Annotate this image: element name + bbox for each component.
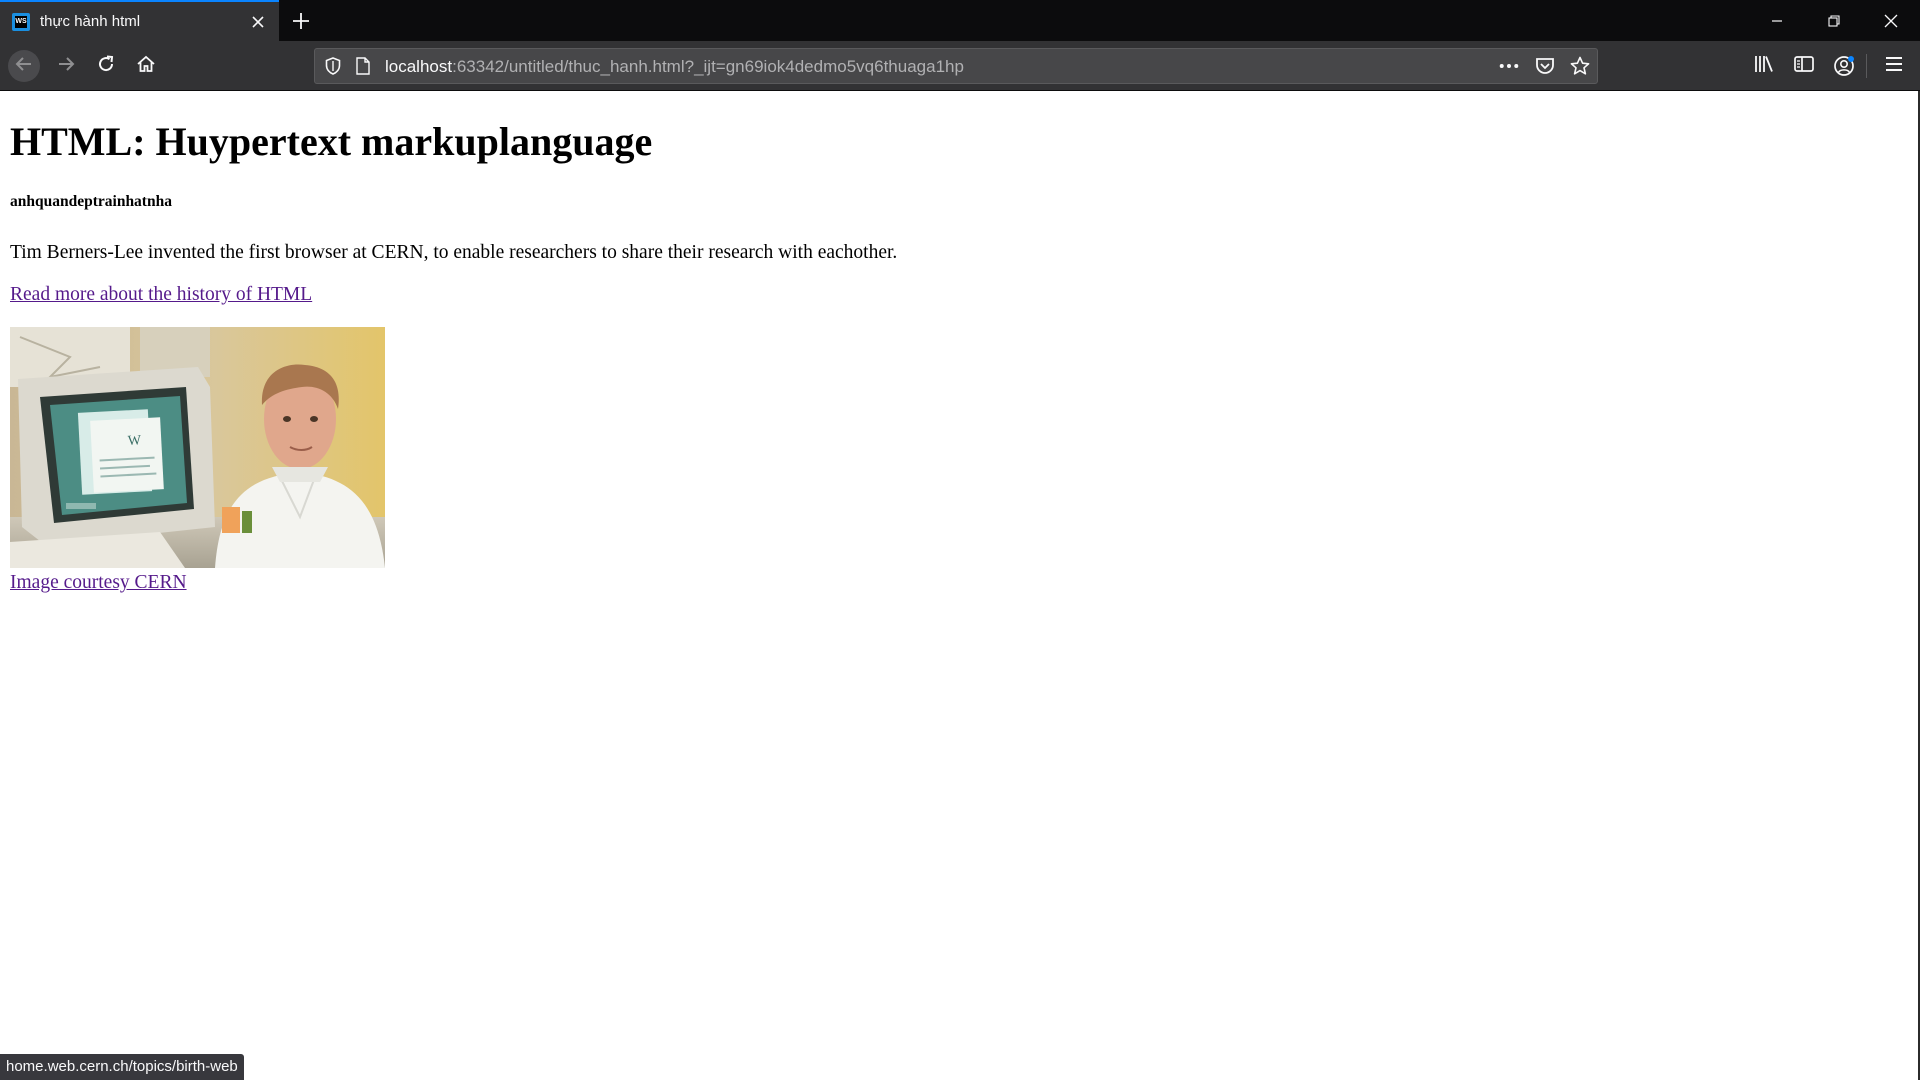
menu-button[interactable] xyxy=(1878,50,1910,82)
url-path: :63342/untitled/thuc_hanh.html?_ijt=gn69… xyxy=(452,57,964,76)
history-link[interactable]: Read more about the history of HTML xyxy=(10,284,312,306)
shield-icon[interactable] xyxy=(323,56,343,76)
window-close-icon[interactable] xyxy=(1863,0,1919,41)
library-icon xyxy=(1753,54,1775,79)
reload-button[interactable] xyxy=(90,50,122,82)
sidebar-icon xyxy=(1793,54,1815,79)
intro-paragraph: Tim Berners-Lee invented the first brows… xyxy=(10,242,898,263)
page-subheading: anhquandeptrainhatnha xyxy=(10,193,172,210)
url-bar[interactable]: localhost:63342/untitled/thuc_hanh.html?… xyxy=(314,48,1598,84)
restore-icon[interactable] xyxy=(1806,0,1862,41)
account-button[interactable] xyxy=(1828,50,1860,82)
tim-berners-lee-photo: W xyxy=(10,327,385,568)
account-icon xyxy=(1833,55,1855,77)
forward-button[interactable] xyxy=(50,50,82,82)
reload-icon xyxy=(96,54,116,79)
page-title: HTML: Huypertext markuplanguage xyxy=(10,119,653,164)
home-button[interactable] xyxy=(130,50,162,82)
url-host: localhost xyxy=(385,57,453,76)
home-icon xyxy=(136,54,156,79)
tab-title: thực hành html xyxy=(40,13,141,30)
image-credit-link[interactable]: Image courtesy CERN xyxy=(10,572,187,594)
star-icon[interactable] xyxy=(1570,56,1590,76)
pocket-icon[interactable] xyxy=(1535,56,1555,76)
more-icon[interactable] xyxy=(1499,56,1519,76)
tab-bar: WS thực hành html xyxy=(0,0,1920,41)
navigation-toolbar: localhost:63342/untitled/thuc_hanh.html?… xyxy=(0,41,1920,91)
library-button[interactable] xyxy=(1748,50,1780,82)
url-text[interactable]: localhost:63342/untitled/thuc_hanh.html?… xyxy=(385,57,964,77)
svg-text:W: W xyxy=(127,433,142,449)
status-bar: home.web.cern.ch/topics/birth-web xyxy=(0,1054,244,1080)
favicon-label: WS xyxy=(15,15,27,28)
page-content: HTML: Huypertext markuplanguage anhquand… xyxy=(0,91,1918,1080)
plus-icon[interactable] xyxy=(288,8,314,34)
sidebar-button[interactable] xyxy=(1788,50,1820,82)
arrow-left-icon xyxy=(14,54,34,79)
tab-active[interactable]: WS thực hành html xyxy=(0,0,279,41)
webstorm-icon: WS xyxy=(12,12,30,31)
close-icon[interactable] xyxy=(247,11,269,33)
back-button[interactable] xyxy=(8,50,40,82)
hamburger-icon xyxy=(1885,56,1903,77)
minimize-icon[interactable] xyxy=(1749,0,1805,41)
toolbar-divider xyxy=(1866,54,1867,78)
page-icon[interactable] xyxy=(353,56,373,76)
arrow-right-icon xyxy=(56,54,76,79)
